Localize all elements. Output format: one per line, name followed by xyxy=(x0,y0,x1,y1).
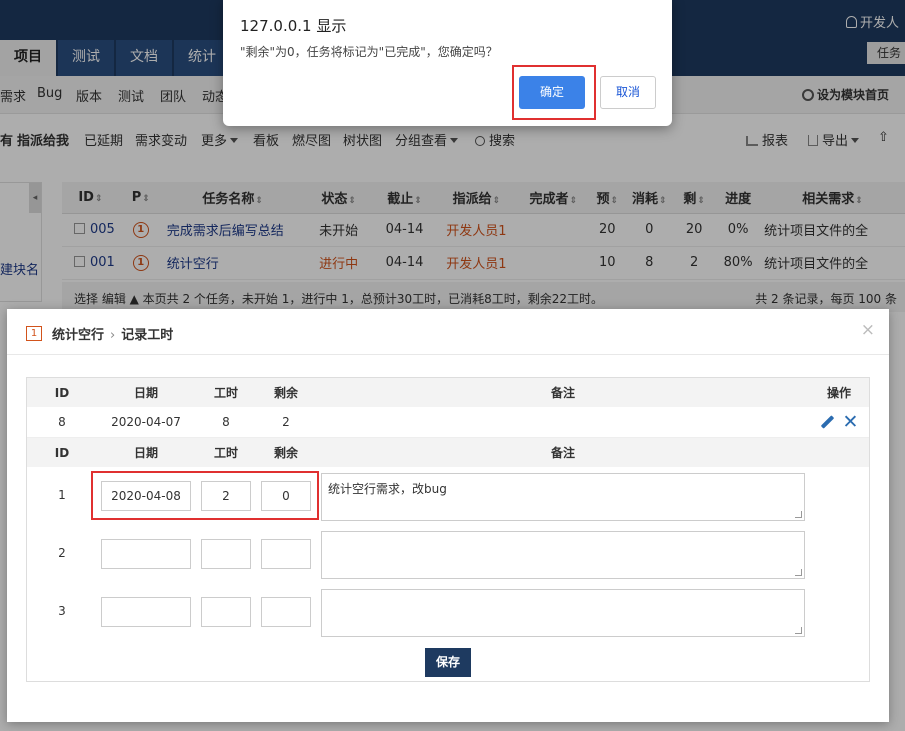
entry-note-textarea[interactable] xyxy=(321,589,805,637)
hdr-op: 操作 xyxy=(826,386,851,400)
edit-pencil-icon[interactable] xyxy=(820,415,834,429)
entry-hdr-id: ID xyxy=(54,445,70,460)
hdr-note: 备注 xyxy=(550,386,575,400)
hdr-date: 日期 xyxy=(133,386,158,400)
entry-number: 3 xyxy=(58,604,66,618)
chevron-right-icon: › xyxy=(110,328,116,343)
history-header-row: ID 日期 工时 剩余 备注 操作 xyxy=(27,378,869,407)
entry-note-textarea[interactable]: 统计空行需求，改bug xyxy=(321,473,805,521)
entry-note-text: 统计空行需求，改bug xyxy=(328,482,447,496)
task-number-badge: 1 xyxy=(26,326,42,341)
delete-x-icon[interactable]: ✕ xyxy=(843,413,859,432)
entry-hdr-left: 剩余 xyxy=(273,446,298,460)
confirm-message: "剩余"为0，任务将标记为"已完成"，您确定吗？ xyxy=(240,45,498,59)
history-actions: ✕ xyxy=(809,407,869,437)
entry-left-input[interactable] xyxy=(261,539,311,569)
entry-left-input[interactable] xyxy=(261,597,311,627)
confirm-title: 127.0.0.1 显示 xyxy=(240,17,347,35)
entry-hdr-note: 备注 xyxy=(550,446,575,460)
entry-number: 1 xyxy=(58,488,66,502)
modal-task-name: 统计空行 xyxy=(52,328,105,343)
hdr-left: 剩余 xyxy=(273,386,298,400)
hdr-hours: 工时 xyxy=(213,386,238,400)
history-id: 8 xyxy=(58,415,66,429)
modal-header: 1 统计空行 › 记录工时 × xyxy=(7,309,889,355)
entry-hours-input[interactable] xyxy=(201,597,251,627)
resize-grip-icon[interactable] xyxy=(795,627,802,634)
hdr-id: ID xyxy=(54,385,70,400)
history-row: 8 2020-04-07 8 2 ✕ xyxy=(27,407,869,438)
record-effort-modal: 1 统计空行 › 记录工时 × ID 日期 工时 剩余 备注 操作 8 2020-0… xyxy=(7,309,889,722)
confirm-ok-button[interactable]: 确定 xyxy=(519,76,585,109)
history-date: 2020-04-07 xyxy=(111,415,181,429)
entry-number: 2 xyxy=(58,546,66,560)
entry-hdr-hours: 工时 xyxy=(213,446,238,460)
save-button[interactable]: 保存 xyxy=(425,648,471,677)
history-left: 2 xyxy=(282,415,290,429)
entry-note-textarea[interactable] xyxy=(321,531,805,579)
modal-action: 记录工时 xyxy=(121,328,174,343)
resize-grip-icon[interactable] xyxy=(795,511,802,518)
modal-title: 统计空行 › 记录工时 xyxy=(52,324,173,343)
entry-hours-input[interactable] xyxy=(201,539,251,569)
entry-hdr-date: 日期 xyxy=(133,446,158,460)
history-hours: 8 xyxy=(222,415,230,429)
resize-grip-icon[interactable] xyxy=(795,569,802,576)
entry-header-row: ID 日期 工时 剩余 备注 xyxy=(27,438,869,467)
confirm-cancel-button[interactable]: 取消 xyxy=(600,76,656,109)
entry-date-input[interactable] xyxy=(101,597,191,627)
close-icon[interactable]: × xyxy=(861,320,875,340)
effort-table: ID 日期 工时 剩余 备注 操作 8 2020-04-07 8 2 ✕ ID … xyxy=(26,377,870,682)
entry-date-input[interactable] xyxy=(101,539,191,569)
confirm-dialog: 127.0.0.1 显示 "剩余"为0，任务将标记为"已完成"，您确定吗？ 确定… xyxy=(223,0,672,126)
highlight-box xyxy=(91,471,319,520)
